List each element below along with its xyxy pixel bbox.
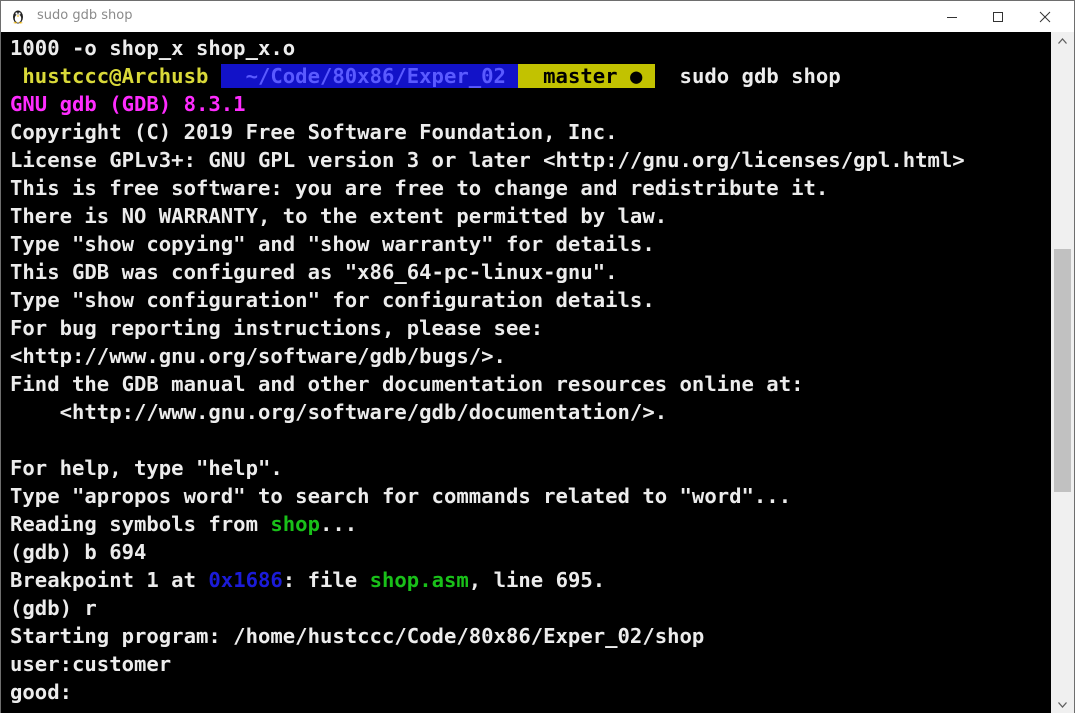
source-filename: shop.asm xyxy=(369,568,469,592)
vertical-scrollbar[interactable] xyxy=(1051,32,1074,713)
terminal-line: License GPLv3+: GNU GPL version 3 or lat… xyxy=(10,148,965,172)
terminal-input-line[interactable]: good: xyxy=(10,678,72,706)
minimize-icon xyxy=(947,16,957,18)
scroll-up-arrow-icon xyxy=(1058,37,1067,44)
prompt-user-host: hustccc@Archusb xyxy=(10,64,221,88)
prompt-command: sudo gdb shop xyxy=(654,64,841,88)
breakpoint-prefix: Breakpoint 1 at xyxy=(10,568,209,592)
minimize-button[interactable] xyxy=(929,1,975,32)
terminal-line: Type "apropos word" to search for comman… xyxy=(10,484,792,508)
terminal-line: Type "show copying" and "show warranty" … xyxy=(10,232,655,256)
terminal-line: This is free software: you are free to c… xyxy=(10,176,829,200)
window-title: sudo gdb shop xyxy=(37,8,133,23)
scroll-down-arrow-icon xyxy=(1058,701,1067,708)
scroll-thumb[interactable] xyxy=(1054,249,1071,492)
reading-symbols-line: Reading symbols from shop... xyxy=(10,510,357,538)
terminal-line: 1000 -o shop_x shop_x.o xyxy=(10,36,296,60)
close-button[interactable] xyxy=(1022,1,1068,32)
terminal-line: Starting program: /home/hustccc/Code/80x… xyxy=(10,624,705,648)
prompt-directory: ~/Code/80x86/Exper_02 xyxy=(220,64,519,88)
breakpoint-address: 0x1686 xyxy=(208,568,283,592)
gdb-command-line: (gdb) r xyxy=(10,596,97,620)
terminal-line: <http://www.gnu.org/software/gdb/documen… xyxy=(10,400,668,424)
scroll-up-button[interactable] xyxy=(1051,32,1074,49)
terminal-line: <http://www.gnu.org/software/gdb/bugs/>. xyxy=(10,344,506,368)
breakpoint-mid: : file xyxy=(282,568,370,592)
terminal-output[interactable]: 1000 -o shop_x shop_x.o hustccc@Archusb … xyxy=(1,32,1051,713)
terminal-line: Copyright (C) 2019 Free Software Foundat… xyxy=(10,120,618,144)
terminal-line: This GDB was configured as "x86_64-pc-li… xyxy=(10,260,618,284)
terminal-penguin-icon xyxy=(13,10,23,24)
terminal-line: Type "show configuration" for configurat… xyxy=(10,288,655,312)
terminal-window: sudo gdb shop 1000 -o shop_x shop_x.o hu… xyxy=(0,0,1075,713)
maximize-icon xyxy=(993,11,1003,22)
shell-prompt: hustccc@Archusb ~/Code/80x86/Exper_02 ma… xyxy=(10,62,841,90)
breakpoint-line: Breakpoint 1 at 0x1686: file shop.asm, l… xyxy=(10,566,605,594)
gdb-command-line: (gdb) b 694 xyxy=(10,540,147,564)
prompt-git-branch: master ● xyxy=(518,64,655,88)
breakpoint-suffix: , line 695. xyxy=(468,568,606,592)
gdb-banner: GNU gdb (GDB) 8.3.1 xyxy=(10,92,246,116)
terminal-line: For help, type "help". xyxy=(10,456,283,480)
terminal-line: Find the GDB manual and other documentat… xyxy=(10,372,804,396)
reading-prefix: Reading symbols from xyxy=(10,512,271,536)
binary-filename: shop xyxy=(270,512,320,536)
close-icon xyxy=(1039,11,1051,22)
terminal-line: user:customer xyxy=(10,652,172,676)
scroll-down-button[interactable] xyxy=(1051,696,1074,713)
reading-suffix: ... xyxy=(319,512,358,536)
terminal-line: For bug reporting instructions, please s… xyxy=(10,316,544,340)
maximize-button[interactable] xyxy=(975,1,1021,32)
title-bar[interactable]: sudo gdb shop xyxy=(1,1,1074,32)
terminal-line: There is NO WARRANTY, to the extent perm… xyxy=(10,204,668,228)
